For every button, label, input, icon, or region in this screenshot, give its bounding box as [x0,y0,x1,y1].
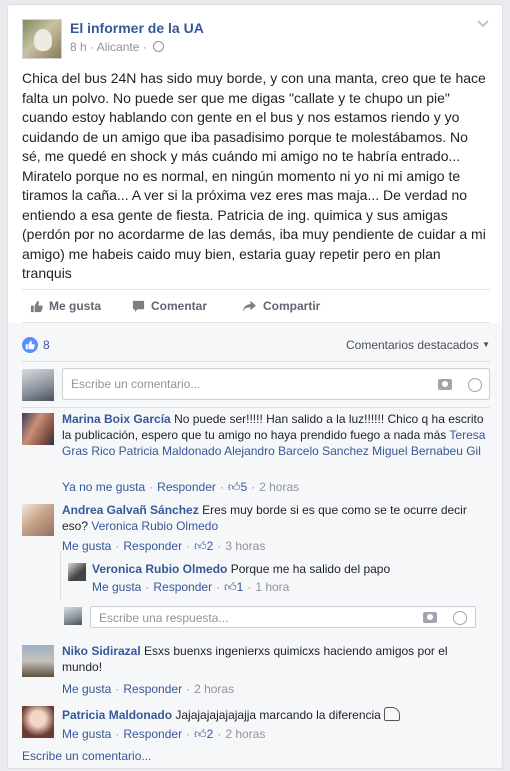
comment-avatar[interactable] [22,504,54,536]
comment-meta: Me gusta · Responder · 👍︎2 · 3 horas [62,539,266,553]
like-link[interactable]: Me gusta [62,539,111,553]
comment-icon [132,300,145,312]
comment-like-count[interactable]: 👍︎5 [228,480,247,494]
comments-sort-label: Comentarios destacados [345,338,479,352]
reply-avatar[interactable] [68,563,86,581]
comment-author[interactable]: Niko Sidirazal [62,644,141,658]
divider [22,361,490,362]
comment-input[interactable]: Escribe un comentario... [62,368,490,400]
comment-input-placeholder: Escribe un comentario... [71,377,201,391]
comment-label: Comentar [151,299,208,313]
comment-time[interactable]: 2 horas [259,480,299,494]
reply-author[interactable]: Veronica Rubio Olmedo [92,562,227,576]
share-button[interactable]: Compartir [242,299,320,313]
reply-link[interactable]: Responder [157,480,216,494]
reply-text: Porque me ha salido del papo [230,562,391,576]
comment-like-count[interactable]: 👍︎2 [194,727,213,741]
comment-author[interactable]: Andrea Galvañ Sánchez [62,503,199,517]
reply-link[interactable]: Responder [123,727,182,741]
post-actions: Me gusta Comentar Compartir [22,289,490,323]
camera-icon[interactable] [423,612,437,623]
comment-meta: Me gusta · Responder · 👍︎2 · 2 horas [62,727,266,741]
reply-link[interactable]: Responder [153,580,212,594]
thumbs-up-icon [30,300,43,312]
reply-like-count[interactable]: 👍︎1 [224,580,243,594]
page-avatar[interactable] [22,19,62,59]
comment-button[interactable]: Comentar [132,299,207,313]
reply-link[interactable]: Responder [123,539,182,553]
comment-body: Patricia Maldonado Jajajajajajajajja mar… [62,707,490,723]
write-comment-link[interactable]: Escribe un comentario... [22,749,151,763]
caret-down-icon: ▼ [482,340,490,349]
comment-avatar[interactable] [22,706,54,738]
like-reaction-icon [22,337,38,353]
emoji-icon[interactable] [453,611,467,625]
like-link[interactable]: Me gusta [92,580,141,594]
chevron-down-icon[interactable] [476,19,490,29]
post-card: El informer de la UA 8 h · Alicante · Ch… [7,4,503,769]
comment-body: Marina Boix García No puede ser!!!!! Han… [62,411,490,459]
emoji-icon[interactable] [468,378,482,392]
user-avatar[interactable] [64,607,82,625]
reply-body: Veronica Rubio Olmedo Porque me ha salid… [92,561,490,577]
reply-input[interactable]: Escribe una respuesta... [90,606,476,628]
reply-meta: Me gusta · Responder · 👍︎1 · 1 hora [92,580,290,594]
comments-section: 8 Comentarios destacados ▼ Escribe un co… [8,323,502,768]
like-button[interactable]: Me gusta [30,299,101,313]
comment-time[interactable]: 2 horas [225,727,265,741]
reply-link[interactable]: Responder [123,682,182,696]
comment-time[interactable]: 3 horas [225,539,265,553]
reactions-summary[interactable]: 8 [22,337,50,353]
comment-tags[interactable]: Veronica Rubio Olmedo [91,519,218,533]
comment-text: Jajajajajajajajja marcando la diferencia [175,708,381,722]
comment-body: Andrea Galvañ Sánchez Eres muy borde si … [62,502,490,534]
reply-time[interactable]: 1 hora [255,580,289,594]
comment-meta: Ya no me gusta · Responder · 👍︎5 · 2 horas [62,480,300,494]
reply-input-placeholder: Escribe una respuesta... [99,611,229,625]
user-avatar[interactable] [22,369,54,401]
comment-author[interactable]: Marina Boix García [62,412,171,426]
comment-author[interactable]: Patricia Maldonado [62,708,172,722]
comments-sort-dropdown[interactable]: Comentarios destacados ▼ [346,338,490,352]
reply-thread-line [60,551,61,601]
comment-avatar[interactable] [22,645,54,677]
comment-meta: Me gusta · Responder · 2 horas [62,682,235,696]
camera-icon[interactable] [438,379,452,390]
like-label: Me gusta [49,299,102,313]
page-name[interactable]: El informer de la UA [70,20,204,36]
post-time[interactable]: 8 h [70,40,87,54]
post-text: Chica del bus 24N has sido muy borde, y … [22,70,486,281]
like-link[interactable]: Me gusta [62,727,111,741]
comment-avatar[interactable] [22,413,54,445]
reaction-count: 8 [43,338,50,352]
comment-time[interactable]: 2 horas [194,682,234,696]
unlike-link[interactable]: Ya no me gusta [62,480,145,494]
post-location[interactable]: Alicante [97,40,140,54]
sticker-icon [384,707,401,721]
like-link[interactable]: Me gusta [62,682,111,696]
comment-body: Niko Sidirazal Esxs buenxs ingenierxs qu… [62,643,490,675]
share-icon [243,300,256,312]
comment-like-count[interactable]: 👍︎2 [194,539,213,553]
divider [22,407,490,408]
globe-icon [153,41,165,52]
post-meta: 8 h · Alicante · [70,40,165,54]
share-label: Compartir [263,299,321,313]
